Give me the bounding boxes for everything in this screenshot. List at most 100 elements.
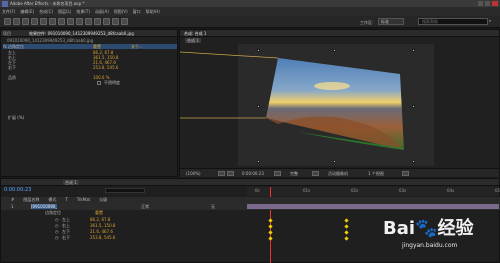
type-tool-icon[interactable]	[76, 18, 83, 25]
effect-property-row[interactable]: 右下 253.8, 545.6	[8, 65, 158, 70]
roto-brush-tool-icon[interactable]	[112, 18, 119, 25]
timeline-timecode[interactable]: 0:00:00:23	[4, 188, 31, 193]
property-value[interactable]: 361.5, 150.8	[90, 223, 115, 228]
layer-mode-select[interactable]: 正常	[141, 204, 149, 209]
effect-controls-panel: 项目 效果控件: 091010090_1412309949253_d8fcaab…	[0, 29, 178, 177]
baidu-url: jingyan.baidu.com	[402, 242, 458, 249]
corner-handle[interactable]	[333, 49, 336, 52]
menu-item[interactable]: 效果(T)	[76, 9, 90, 14]
effect-controls-tab[interactable]: 效果控件: 091010090_1412309949253_d8fcaab0.j…	[29, 31, 134, 36]
comp-bottom-bar: (100%) 0:00:00:23 完整 活动摄像机 1 个视图	[180, 168, 499, 177]
resolution-select[interactable]: 完整	[290, 171, 298, 176]
motion-blur-checkbox[interactable]	[97, 81, 101, 85]
clone-tool-icon[interactable]	[94, 18, 101, 25]
zoom-tool-icon[interactable]	[22, 18, 29, 25]
layer-column-header[interactable]: T	[65, 197, 67, 202]
property-value[interactable]: 253.8, 545.6	[90, 235, 115, 240]
corner-handle[interactable]	[257, 105, 260, 108]
comp-timecode[interactable]: 0:00:00:23	[242, 171, 264, 176]
camera-tool-icon[interactable]	[40, 18, 47, 25]
grid-toggle-icon[interactable]	[218, 171, 225, 176]
search-icon[interactable]: ⌕	[489, 18, 491, 23]
window-title: Adobe After Effects - 未命名项目.aep *	[10, 1, 85, 6]
effect-row[interactable]: fx 边角定位	[3, 44, 177, 49]
help-search-input[interactable]: 搜索帮助	[418, 18, 488, 25]
about-link[interactable]: 关于...	[131, 44, 143, 49]
menu-item[interactable]: 动画(A)	[95, 9, 109, 14]
property-value[interactable]: 86.2, 67.8	[90, 217, 110, 222]
stopwatch-icon[interactable]: ◷	[55, 217, 59, 222]
layer-name[interactable]: [091010090_...]	[31, 204, 57, 209]
selection-tool-icon[interactable]	[4, 18, 11, 25]
close-button[interactable]	[492, 1, 498, 6]
ruler-mark: 02s	[351, 188, 359, 193]
zoom-select[interactable]: (100%)	[186, 171, 201, 176]
property-name: 右下	[8, 65, 16, 70]
menu-list: 文件(F) 编辑(E) 合成(C) 图层(L) 效果(T) 动画(A) 视图(V) 窗口 帮助(…	[2, 9, 160, 14]
exposure-icon[interactable]	[402, 171, 409, 176]
reset-link[interactable]: 重置	[93, 44, 101, 49]
menu-item[interactable]: 合成(C)	[39, 9, 53, 14]
menu-item[interactable]: 帮助(H)	[146, 9, 160, 14]
workspace-select[interactable]: 标准	[378, 18, 404, 25]
layer-column-header[interactable]: 图层名称	[23, 197, 39, 202]
baidu-watermark: Bai🐾经验	[383, 218, 474, 239]
property-value[interactable]: 253.8, 545.6	[93, 65, 118, 70]
eraser-tool-icon[interactable]	[103, 18, 110, 25]
ruler-mark: 05s	[495, 188, 500, 193]
stopwatch-icon[interactable]: ◷	[55, 229, 59, 234]
menu-item[interactable]: 编辑(E)	[20, 9, 34, 14]
layer-duration-bar[interactable]	[247, 204, 499, 209]
property-name: 右下	[62, 235, 70, 240]
comp-canvas	[266, 58, 404, 150]
layer-row[interactable]: 1 [091010090_...] 正常 无	[1, 203, 500, 210]
corner-handle[interactable]	[333, 160, 336, 163]
timeline-tabbar: 合成 1	[1, 179, 499, 186]
pan-behind-tool-icon[interactable]	[49, 18, 56, 25]
layer-column-header[interactable]: 父级	[99, 197, 107, 202]
stopwatch-icon[interactable]: ◷	[55, 223, 59, 228]
timeline-tab[interactable]: 合成 1	[63, 180, 79, 185]
stopwatch-icon[interactable]: ◷	[55, 235, 59, 240]
corner-handle[interactable]	[412, 160, 415, 163]
property-value[interactable]: 21.6, 467.6	[90, 229, 113, 234]
menu-item[interactable]: 文件(F)	[2, 9, 15, 14]
layer-column-header[interactable]: 模式	[48, 197, 56, 202]
maximize-button[interactable]	[485, 1, 490, 6]
corner-handle[interactable]	[257, 160, 260, 163]
pen-tool-icon[interactable]	[67, 18, 74, 25]
hand-tool-icon[interactable]	[13, 18, 20, 25]
comp-viewer[interactable]	[238, 44, 434, 166]
column-header-list: # 图层名称 模式 T TrkMat 父级	[11, 197, 107, 202]
time-ruler[interactable]: 0s 01s 02s 03s 04s 05s	[247, 187, 500, 263]
region-icon[interactable]	[312, 171, 319, 176]
layer-column-header[interactable]: #	[11, 197, 14, 202]
effect-reset-link[interactable]: 重置	[95, 210, 103, 215]
mask-toggle-icon[interactable]	[227, 171, 234, 176]
menu-item[interactable]: 图层(L)	[58, 9, 71, 14]
brush-tool-icon[interactable]	[85, 18, 92, 25]
project-tab[interactable]: 项目	[3, 31, 11, 36]
camera-select[interactable]: 活动摄像机	[328, 171, 348, 176]
layer-column-header[interactable]: TrkMat	[77, 197, 90, 202]
view-select[interactable]: 1 个视图	[368, 171, 384, 176]
comp-subtab[interactable]: 合成 1	[185, 38, 201, 43]
snapshot-icon[interactable]	[274, 171, 281, 176]
puppet-tool-icon[interactable]	[121, 18, 128, 25]
property-name: 右上	[62, 223, 70, 228]
corner-handle[interactable]	[412, 49, 415, 52]
menu-item[interactable]: 视图(V)	[114, 9, 128, 14]
corner-handle[interactable]	[257, 49, 260, 52]
effect-name: fx 边角定位	[3, 44, 25, 49]
watermark-brand-2: 经验	[437, 218, 474, 239]
layer-parent-select[interactable]: 无	[211, 204, 215, 209]
timeline-search-input[interactable]	[105, 188, 145, 193]
rectangle-tool-icon[interactable]	[58, 18, 65, 25]
comp-tab[interactable]: 合成: 合成 1	[184, 31, 206, 36]
minimize-button[interactable]	[478, 1, 483, 6]
menu-item[interactable]: 窗口	[133, 9, 141, 14]
corner-handle[interactable]	[412, 105, 415, 108]
menu-bar: 文件(F) 编辑(E) 合成(C) 图层(L) 效果(T) 动画(A) 视图(V) 窗口 帮助(…	[0, 8, 500, 16]
rotate-tool-icon[interactable]	[31, 18, 38, 25]
ruler-mark: 0s	[255, 188, 260, 193]
